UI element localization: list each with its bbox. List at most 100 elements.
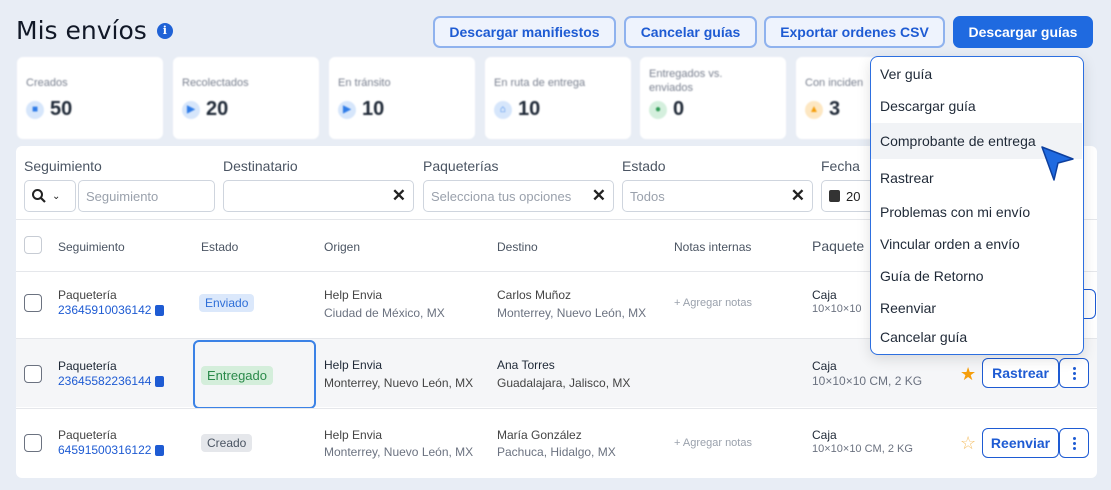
menu-item-return-label[interactable]: Guía de Retorno	[871, 261, 1082, 291]
stat-value: 10	[362, 98, 385, 120]
page-title-wrap: Mis envíos i	[16, 16, 173, 45]
search-icon	[32, 189, 46, 203]
col-header-tracking[interactable]: Seguimiento	[58, 240, 125, 254]
tracking-link[interactable]: 23645910036142	[58, 303, 165, 317]
track-button[interactable]: Rastrear	[982, 358, 1059, 388]
status-badge: Creado	[201, 434, 253, 452]
stat-value: 20	[206, 98, 229, 120]
date-value: 20	[846, 188, 861, 204]
cancel-labels-button[interactable]: Cancelar guías	[624, 16, 757, 48]
stat-label: En ruta de entrega	[494, 77, 586, 89]
stat-card-out-for-delivery[interactable]: En ruta de entrega ⌂ 10	[485, 57, 631, 139]
add-notes-link[interactable]: + Agregar notas	[674, 297, 752, 309]
menu-item-download-label[interactable]: Descargar guía	[871, 91, 1082, 121]
row-checkbox[interactable]	[24, 434, 42, 452]
truck-icon: ▶	[182, 100, 200, 119]
status-badge: Entregado	[201, 366, 273, 385]
more-options-button[interactable]	[1059, 428, 1089, 458]
destination-place: Guadalajara, Jalisco, MX	[497, 376, 631, 390]
col-header-notes[interactable]: Notas internas	[674, 240, 751, 254]
home-icon: ⌂	[494, 100, 512, 119]
box-icon: ■	[26, 100, 44, 119]
filter-label-tracking: Seguimiento	[24, 158, 102, 174]
info-icon[interactable]: i	[156, 22, 173, 39]
people-icon: ●	[649, 100, 667, 119]
menu-item-shipment-problems[interactable]: Problemas con mi envío	[871, 197, 1082, 227]
package-type: Caja	[812, 288, 837, 302]
row-carrier: Paquetería	[58, 288, 117, 302]
menu-item-view-label[interactable]: Ver guía	[871, 59, 1082, 89]
package-dims: 10×10×10 CM, 2 KG	[812, 443, 913, 455]
star-filled-icon[interactable]: ★	[960, 365, 976, 383]
copy-icon[interactable]	[155, 444, 165, 456]
tracking-number: 64591500316122	[58, 443, 152, 457]
stat-label: Recolectados	[182, 77, 249, 89]
menu-item-resend[interactable]: Reenviar	[871, 293, 1082, 323]
carrier-select[interactable]: Selecciona tus opciones ✕	[423, 180, 614, 212]
filter-label-date: Fecha	[821, 158, 860, 174]
status-select[interactable]: Todos ✕	[622, 180, 813, 212]
clear-icon[interactable]: ✕	[791, 186, 805, 206]
resend-button[interactable]: Reenviar	[982, 428, 1059, 458]
export-csv-button[interactable]: Exportar ordenes CSV	[764, 16, 945, 48]
row-checkbox[interactable]	[24, 294, 42, 312]
origin-place: Ciudad de México, MX	[324, 306, 445, 320]
tracking-input[interactable]: Seguimiento	[78, 180, 215, 212]
clear-icon[interactable]: ✕	[392, 186, 406, 206]
stat-card-created[interactable]: Creados ■ 50	[17, 57, 163, 139]
stat-label: En tránsito	[338, 77, 391, 89]
status-badge: Enviado	[199, 294, 255, 312]
stat-label: Entregados vs. enviados	[649, 68, 723, 94]
status-value: Todos	[630, 188, 665, 204]
stat-card-delivered[interactable]: Entregados vs. enviados ● 0	[640, 57, 786, 139]
col-header-status[interactable]: Estado	[201, 240, 238, 254]
origin-name: Help Envia	[324, 428, 383, 442]
copy-icon[interactable]	[155, 304, 165, 316]
destination-name: Ana Torres	[497, 358, 555, 372]
stat-label: Creados	[26, 77, 68, 89]
col-header-destination[interactable]: Destino	[497, 240, 538, 254]
page-title: Mis envíos	[16, 16, 147, 45]
stat-card-collected[interactable]: Recolectados ▶ 20	[173, 57, 319, 139]
origin-place: Monterrey, Nuevo León, MX	[324, 445, 474, 459]
origin-name: Help Envia	[324, 358, 383, 372]
filter-label-recipient: Destinatario	[223, 158, 298, 174]
destination-name: María González	[497, 428, 582, 442]
tracking-link[interactable]: 23645582236144	[58, 374, 165, 388]
destination-name: Carlos Muñoz	[497, 288, 572, 302]
stat-value: 3	[829, 98, 841, 120]
copy-icon[interactable]	[155, 375, 165, 387]
download-manifests-button[interactable]: Descargar manifiestos	[433, 16, 616, 48]
col-header-package[interactable]: Paquete	[812, 238, 864, 254]
filter-label-status: Estado	[622, 158, 666, 174]
recipient-input[interactable]: ✕	[223, 180, 414, 212]
col-header-origin[interactable]: Origen	[324, 240, 360, 254]
package-dims: 10×10×10 CM, 2 KG	[812, 374, 923, 388]
package-type: Caja	[812, 428, 837, 442]
package-type: Caja	[812, 359, 837, 373]
stat-value: 0	[673, 98, 685, 120]
package-dims: 10×10×10	[812, 303, 862, 315]
carrier-placeholder: Selecciona tus opciones	[431, 188, 572, 204]
select-all-checkbox[interactable]	[24, 236, 42, 254]
tracking-number: 23645582236144	[58, 374, 152, 388]
origin-place: Monterrey, Nuevo León, MX	[324, 376, 474, 390]
tracking-link[interactable]: 64591500316122	[58, 443, 165, 457]
destination-place: Pachuca, Hidalgo, MX	[497, 445, 616, 459]
menu-item-cancel-label[interactable]: Cancelar guía	[871, 322, 1082, 352]
destination-place: Monterrey, Nuevo León, MX	[497, 306, 647, 320]
more-options-button[interactable]	[1059, 358, 1089, 388]
stat-value: 10	[518, 98, 541, 120]
row-carrier: Paquetería	[58, 359, 117, 373]
star-outline-icon[interactable]: ☆	[960, 434, 976, 452]
clear-icon[interactable]: ✕	[592, 186, 606, 206]
tracking-mode-select[interactable]: ⌄	[24, 180, 76, 212]
filter-label-carriers: Paqueterías	[423, 158, 499, 174]
stat-card-in-transit[interactable]: En tránsito ▶ 10	[329, 57, 475, 139]
cursor-pointer-icon	[1041, 146, 1074, 181]
add-notes-link[interactable]: + Agregar notas	[674, 437, 752, 449]
row-checkbox[interactable]	[24, 365, 42, 383]
download-labels-button[interactable]: Descargar guías	[953, 16, 1093, 48]
truck-icon: ▶	[338, 100, 356, 119]
menu-item-link-order[interactable]: Vincular orden a envío	[871, 229, 1082, 259]
